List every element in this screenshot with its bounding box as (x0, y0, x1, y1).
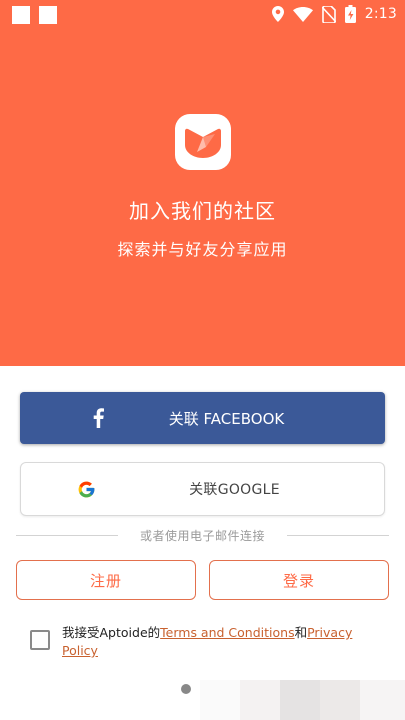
overlay-blur (320, 680, 360, 720)
location-icon (271, 6, 284, 22)
google-connect-button[interactable]: 关联GOOGLE (20, 462, 385, 516)
notification-icon (39, 6, 57, 24)
terms-text: 我接受Aptoide的Terms and Conditions和Privacy … (62, 624, 372, 660)
notification-icon (12, 6, 30, 24)
no-sim-icon (321, 5, 336, 23)
wifi-icon (292, 6, 313, 22)
status-time: 2:13 (364, 6, 397, 22)
page-dot-active[interactable] (181, 684, 191, 694)
battery-icon (344, 5, 356, 23)
login-button-label: 登录 (282, 571, 315, 590)
register-button-label: 注册 (89, 571, 122, 590)
register-button[interactable]: 注册 (16, 560, 196, 600)
overlay-blur (360, 680, 405, 720)
overlay-blur (280, 680, 320, 720)
login-screen: 2:13 加入我们的社区 探索并与好友分享应用 关联 FACEBOOK 关联GO… (0, 0, 405, 720)
overlay-blur (240, 680, 280, 720)
status-icons: 2:13 (271, 4, 397, 24)
hero-subtitle: 探索并与好友分享应用 (117, 240, 288, 259)
google-button-label: 关联GOOGLE (189, 482, 280, 498)
terms-and: 和 (294, 625, 308, 640)
header-banner: 2:13 加入我们的社区 探索并与好友分享应用 (0, 0, 405, 366)
email-divider: 或者使用电子邮件连接 (16, 527, 389, 543)
overlay-blur (200, 680, 240, 720)
terms-prefix: 我接受Aptoide的 (62, 625, 161, 640)
aptoide-logo-icon (175, 114, 231, 170)
terms-checkbox[interactable] (30, 630, 50, 650)
terms-link[interactable]: Terms and Conditions (160, 625, 294, 640)
hero-title: 加入我们的社区 (129, 199, 276, 223)
facebook-button-label: 关联 FACEBOOK (168, 409, 285, 428)
page-indicator (181, 684, 191, 694)
facebook-connect-button[interactable]: 关联 FACEBOOK (20, 392, 385, 444)
status-bar: 2:13 (0, 0, 405, 28)
login-button[interactable]: 登录 (209, 560, 389, 600)
divider-line (287, 535, 389, 536)
